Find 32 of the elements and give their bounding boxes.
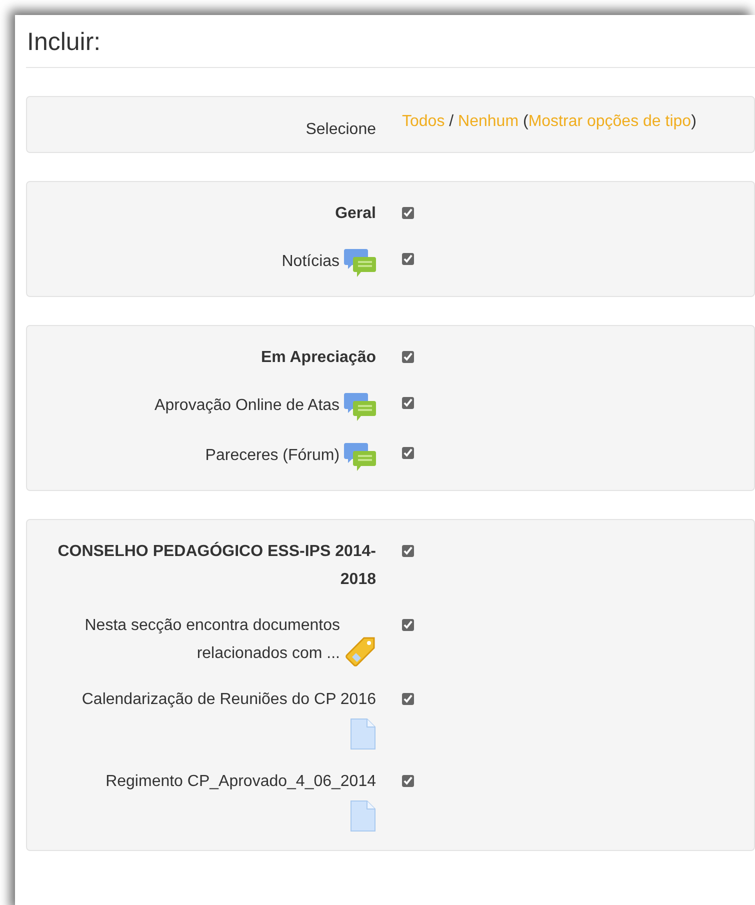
activity-name: Calendarização de Reuniões do CP 2016	[82, 690, 376, 710]
activity-name: Nesta secção encontra documentos relacionados com ...	[84, 616, 340, 664]
select-link[interactable]: Todos	[402, 113, 445, 130]
include-checkbox[interactable]	[402, 775, 414, 787]
separator-text: (	[522, 113, 528, 130]
activity-name: Pareceres (Fórum)	[205, 447, 340, 464]
include-checkbox[interactable]	[402, 545, 414, 557]
document-icon	[350, 800, 376, 832]
include-checkbox[interactable]	[402, 207, 414, 219]
chat-bubbles-icon	[344, 246, 376, 278]
select-link[interactable]: Mostrar opções de tipo	[528, 113, 692, 130]
document-icon	[350, 718, 376, 750]
tag-icon	[344, 636, 376, 668]
section-title: Geral	[335, 204, 376, 224]
separator-text: /	[448, 113, 455, 130]
section-title: Em Apreciação	[260, 348, 376, 368]
activity-name: Aprovação Online de Atas	[154, 397, 340, 414]
include-checkbox[interactable]	[402, 693, 414, 705]
select-label: Selecione	[304, 120, 376, 140]
section-title: CONSELHO PEDAGÓGICO ESS-IPS 2014-2018	[56, 540, 376, 590]
chat-bubbles-icon	[344, 440, 376, 472]
include-checkbox[interactable]	[402, 447, 414, 459]
include-checkbox[interactable]	[402, 253, 414, 265]
chat-bubbles-icon	[344, 390, 376, 422]
include-checkbox[interactable]	[402, 397, 414, 409]
include-checkbox[interactable]	[402, 351, 414, 363]
activity-name: Notícias	[282, 253, 340, 270]
separator-text: )	[691, 113, 696, 130]
activity-name: Regimento CP_Aprovado_4_06_2014	[106, 772, 376, 792]
include-checkbox[interactable]	[402, 619, 414, 631]
select-link[interactable]: Nenhum	[458, 113, 519, 130]
page-title: Incluir:	[26, 15, 755, 68]
